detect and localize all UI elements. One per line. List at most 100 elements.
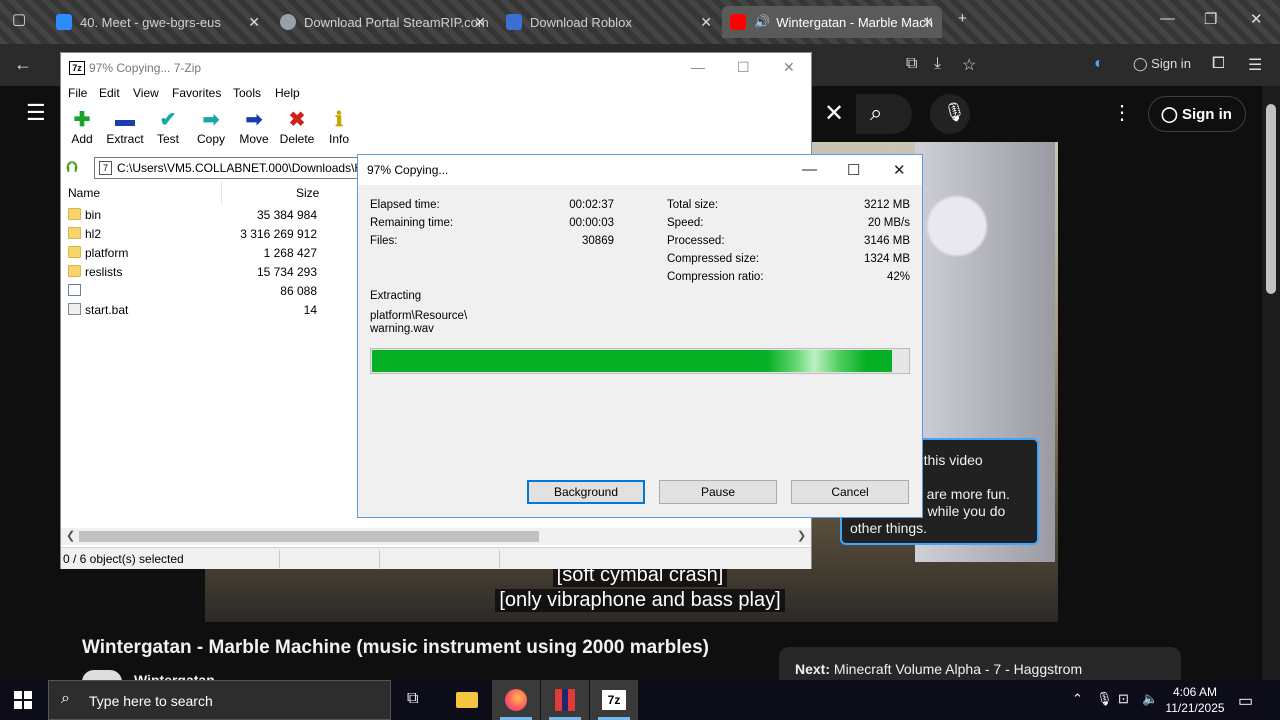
folder-icon: [68, 246, 81, 258]
menu-favorites[interactable]: Favorites: [172, 86, 221, 100]
background-button[interactable]: Background: [527, 480, 645, 504]
column-size[interactable]: Size: [296, 186, 319, 200]
tab-meet[interactable]: 40. Meet - gwe-bgrs-eus ✕: [48, 6, 268, 38]
file-size: 86 088: [280, 284, 317, 298]
sevenzip-taskbar-button[interactable]: 7z: [590, 680, 638, 720]
info-button[interactable]: ℹ Info: [314, 108, 364, 146]
restore-icon[interactable]: ❐: [1204, 10, 1217, 28]
minimize-icon[interactable]: —: [802, 161, 817, 178]
list-item[interactable]: platform 1 268 427: [61, 243, 361, 262]
tab-actions-icon[interactable]: ▢: [12, 10, 26, 28]
folder-up-icon[interactable]: ⮉: [66, 159, 84, 177]
column-name[interactable]: Name: [68, 186, 100, 200]
more-options-icon[interactable]: ⋮: [1112, 100, 1132, 125]
menu-bar: File Edit View Favorites Tools Help: [61, 84, 811, 104]
scrollbar-thumb[interactable]: [1266, 104, 1276, 294]
browser-sign-in[interactable]: ◯ Sign in: [1133, 56, 1191, 72]
close-icon[interactable]: ✕: [700, 14, 712, 31]
menu-help[interactable]: Help: [275, 86, 300, 100]
folder-icon: [456, 692, 478, 708]
stat-label: Total size:: [667, 199, 719, 211]
file-explorer-button[interactable]: [443, 680, 491, 720]
close-icon[interactable]: ✕: [783, 59, 795, 76]
menu-view[interactable]: View: [133, 86, 159, 100]
list-item[interactable]: bin 35 384 984: [61, 205, 361, 224]
menu-icon[interactable]: ☰: [1248, 55, 1262, 75]
page-scrollbar[interactable]: [1262, 86, 1280, 680]
close-icon[interactable]: ✕: [248, 14, 260, 31]
favorite-star-icon[interactable]: ☆: [962, 55, 976, 75]
list-item[interactable]: 86 088: [61, 281, 361, 300]
list-item[interactable]: hl2 3 316 269 912: [61, 224, 361, 243]
horizontal-scrollbar[interactable]: ❮ ❯: [61, 528, 811, 545]
menu-file[interactable]: File: [68, 86, 87, 100]
status-bar: 0 / 6 object(s) selected: [61, 547, 811, 569]
maximize-icon[interactable]: ☐: [847, 161, 860, 179]
column-divider[interactable]: [221, 182, 222, 204]
volume-icon[interactable]: 🔈: [1142, 691, 1158, 707]
close-window-icon[interactable]: ✕: [1250, 10, 1263, 28]
close-icon[interactable]: ✕: [474, 14, 486, 31]
notification-icon[interactable]: ▭: [1238, 691, 1253, 711]
list-item[interactable]: start.bat 14: [61, 300, 361, 319]
stat-label: Elapsed time:: [370, 199, 440, 211]
close-icon[interactable]: ✕: [922, 14, 934, 31]
network-icon[interactable]: ⊡: [1118, 691, 1129, 707]
maximize-icon[interactable]: ☐: [737, 59, 750, 76]
tab-wintergatan[interactable]: 🔊 Wintergatan - Marble Mach ✕: [722, 6, 942, 38]
start-pane: [14, 691, 22, 699]
app-button[interactable]: [541, 680, 589, 720]
pause-button[interactable]: Pause: [659, 480, 777, 504]
meet-icon: [56, 14, 72, 30]
stat-label: Speed:: [667, 217, 704, 229]
clock-time: 4:06 AM: [1172, 685, 1218, 699]
profile-icon: ◯: [1133, 56, 1152, 71]
file-name: start.bat: [85, 303, 129, 317]
selection-status: 0 / 6 object(s) selected: [63, 552, 184, 566]
microphone-icon[interactable]: 🎙: [1096, 691, 1113, 707]
app-icon: [555, 689, 575, 711]
list-item[interactable]: reslists 15 734 293: [61, 262, 361, 281]
folder-path-icon: 7: [99, 161, 112, 175]
browser-tab-strip: ▢ 40. Meet - gwe-bgrs-eus ✕ Download Por…: [0, 0, 1280, 44]
back-arrow-icon[interactable]: ←: [14, 54, 32, 75]
scrollbar-thumb[interactable]: [79, 531, 539, 542]
taskbar-search-box[interactable]: ⌕ Type here to search: [48, 680, 391, 720]
path-input[interactable]: 7 C:\Users\VM5.COLLABNET.000\Downloads\H: [94, 157, 394, 179]
hamburger-icon[interactable]: ☰: [26, 100, 46, 126]
menu-tools[interactable]: Tools: [233, 86, 261, 100]
microphone-icon: 🎙: [943, 102, 966, 122]
clear-search-icon[interactable]: ✕: [824, 99, 844, 128]
status-divider: [279, 550, 280, 568]
close-icon[interactable]: ✕: [893, 161, 906, 179]
install-app-icon[interactable]: ⧉: [906, 55, 917, 73]
download-icon[interactable]: ⤓: [934, 55, 941, 73]
dialog-titlebar: 97% Copying... — ☐ ✕: [358, 155, 922, 185]
edge-copilot-icon[interactable]: ◐: [1094, 55, 1104, 73]
taskbar: ⌕ Type here to search ⧉ 7z ⌃ 🎙 ⊡ 🔈 4:06 …: [0, 680, 1280, 720]
menu-edit[interactable]: Edit: [99, 86, 120, 100]
file-name: platform: [85, 246, 129, 260]
extensions-icon[interactable]: ⧠: [1212, 55, 1225, 73]
scroll-right-icon[interactable]: ❯: [797, 529, 806, 542]
firefox-button[interactable]: [492, 680, 540, 720]
speaker-icon[interactable]: 🔊: [754, 14, 770, 30]
voice-search-button[interactable]: 🎙: [930, 94, 970, 134]
search-icon: ⌕: [870, 100, 883, 125]
search-button[interactable]: ⌕: [856, 94, 912, 134]
firefox-icon: [505, 689, 527, 711]
youtube-sign-in-button[interactable]: ◯ Sign in: [1148, 96, 1246, 132]
show-hidden-icons[interactable]: ⌃: [1072, 691, 1083, 707]
cancel-button[interactable]: Cancel: [791, 480, 909, 504]
tab-steamrip[interactable]: Download Portal SteamRIP.com ✕: [272, 6, 494, 38]
windows-start-icon[interactable]: [14, 691, 32, 709]
tab-roblox[interactable]: Download Roblox ✕: [498, 6, 720, 38]
clock[interactable]: 4:06 AM 11/21/2025: [1160, 684, 1230, 716]
scroll-left-icon[interactable]: ❮: [66, 529, 75, 542]
clock-date: 11/21/2025: [1165, 701, 1225, 715]
new-tab-icon[interactable]: +: [958, 10, 967, 27]
minimize-icon[interactable]: —: [691, 59, 705, 75]
caption-text: [only vibraphone and bass play]: [495, 589, 785, 612]
minimize-icon[interactable]: —: [1160, 10, 1175, 27]
task-view-button[interactable]: ⧉: [392, 680, 440, 720]
